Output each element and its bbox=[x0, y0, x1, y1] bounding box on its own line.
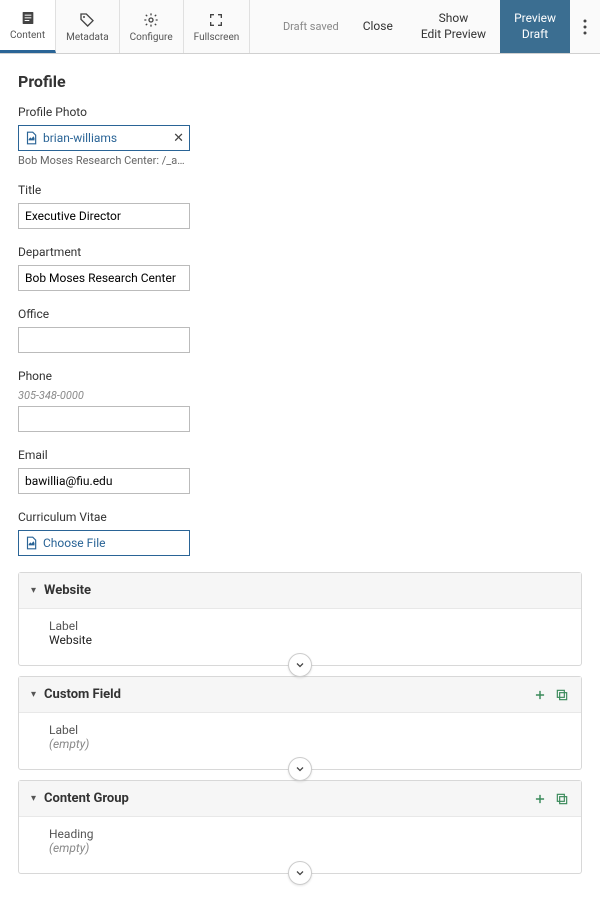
chevron-down-icon bbox=[294, 763, 306, 775]
section-title: Content Group bbox=[44, 791, 525, 806]
chevron-down-icon: ▾ bbox=[31, 585, 36, 596]
section-header[interactable]: ▾ Custom Field bbox=[19, 677, 581, 713]
section-website: ▾ Website Label Website bbox=[18, 572, 582, 666]
preview-draft-button[interactable]: Preview Draft bbox=[500, 0, 570, 53]
section-actions bbox=[533, 688, 569, 702]
tab-label: Content bbox=[10, 30, 45, 41]
gear-icon bbox=[142, 11, 160, 29]
field-label: Department bbox=[18, 245, 582, 259]
field-office: Office bbox=[18, 307, 582, 353]
field-label: Phone bbox=[18, 369, 582, 383]
chevron-down-icon: ▾ bbox=[31, 689, 36, 700]
chevron-down-icon: ▾ bbox=[31, 793, 36, 804]
file-icon bbox=[24, 131, 38, 145]
kv-label: Label bbox=[49, 723, 565, 737]
section-body: Label (empty) bbox=[19, 713, 581, 769]
title-input[interactable] bbox=[18, 203, 190, 229]
tab-label: Fullscreen bbox=[194, 32, 240, 43]
page-title: Profile bbox=[18, 72, 582, 91]
email-input[interactable] bbox=[18, 468, 190, 494]
field-cv: Curriculum Vitae Choose File ✕ bbox=[18, 510, 582, 556]
file-name: brian-williams bbox=[43, 131, 168, 145]
field-help: 305-348-0000 bbox=[18, 389, 582, 402]
add-button[interactable] bbox=[533, 688, 547, 702]
tab-metadata[interactable]: Metadata bbox=[56, 0, 120, 53]
section-header[interactable]: ▾ Content Group bbox=[19, 781, 581, 817]
office-input[interactable] bbox=[18, 327, 190, 353]
section-content-group: ▾ Content Group Heading (empty) bbox=[18, 780, 582, 874]
field-label: Email bbox=[18, 448, 582, 462]
fullscreen-icon bbox=[207, 11, 225, 29]
field-title: Title bbox=[18, 183, 582, 229]
expand-button[interactable] bbox=[288, 861, 312, 885]
section-actions bbox=[533, 792, 569, 806]
chevron-down-icon bbox=[294, 659, 306, 671]
kv-value: (empty) bbox=[49, 737, 565, 751]
field-profile-photo: Profile Photo brian-williams ✕ Bob Moses… bbox=[18, 105, 582, 167]
content-icon bbox=[19, 9, 37, 27]
department-input[interactable] bbox=[18, 265, 190, 291]
file-path: Bob Moses Research Center: /_assets/imag… bbox=[18, 154, 190, 167]
field-label: Office bbox=[18, 307, 582, 321]
more-menu-button[interactable] bbox=[570, 0, 600, 53]
tab-label: Metadata bbox=[66, 32, 109, 43]
section-custom-field: ▾ Custom Field Label (empty) bbox=[18, 676, 582, 770]
clear-file-button[interactable]: ✕ bbox=[173, 131, 184, 146]
expand-button[interactable] bbox=[288, 757, 312, 781]
tag-icon bbox=[78, 11, 96, 29]
close-button[interactable]: Close bbox=[349, 0, 407, 53]
tab-label: Configure bbox=[130, 32, 173, 43]
field-email: Email bbox=[18, 448, 582, 494]
section-title: Custom Field bbox=[44, 687, 525, 702]
field-label: Profile Photo bbox=[18, 105, 582, 119]
profile-photo-file-chip[interactable]: brian-williams ✕ bbox=[18, 125, 190, 151]
section-body: Heading (empty) bbox=[19, 817, 581, 873]
add-button[interactable] bbox=[533, 792, 547, 806]
file-icon bbox=[24, 536, 38, 550]
phone-input[interactable] bbox=[18, 406, 190, 432]
tab-fullscreen[interactable]: Fullscreen bbox=[184, 0, 251, 53]
field-department: Department bbox=[18, 245, 582, 291]
section-title: Website bbox=[44, 583, 569, 598]
field-phone: Phone 305-348-0000 bbox=[18, 369, 582, 432]
kv-value: (empty) bbox=[49, 841, 565, 855]
field-label: Curriculum Vitae bbox=[18, 510, 582, 524]
cv-file-chooser[interactable]: Choose File ✕ bbox=[18, 530, 190, 556]
section-body: Label Website bbox=[19, 609, 581, 665]
tab-content[interactable]: Content bbox=[0, 0, 56, 53]
copy-button[interactable] bbox=[555, 688, 569, 702]
more-vertical-icon bbox=[583, 19, 587, 35]
expand-button[interactable] bbox=[288, 653, 312, 677]
kv-value: Website bbox=[49, 633, 565, 647]
kv-label: Label bbox=[49, 619, 565, 633]
copy-button[interactable] bbox=[555, 792, 569, 806]
tab-configure[interactable]: Configure bbox=[120, 0, 184, 53]
content-area: Profile Profile Photo brian-williams ✕ B… bbox=[0, 54, 600, 902]
choose-file-label: Choose File bbox=[43, 536, 184, 550]
field-label: Title bbox=[18, 183, 582, 197]
draft-status: Draft saved bbox=[273, 0, 349, 53]
toolbar-spacer bbox=[250, 0, 273, 53]
show-edit-preview-button[interactable]: Show Edit Preview bbox=[407, 0, 500, 53]
chevron-down-icon bbox=[294, 867, 306, 879]
kv-label: Heading bbox=[49, 827, 565, 841]
toolbar: Content Metadata Configure Fullscreen Dr… bbox=[0, 0, 600, 54]
section-header[interactable]: ▾ Website bbox=[19, 573, 581, 609]
